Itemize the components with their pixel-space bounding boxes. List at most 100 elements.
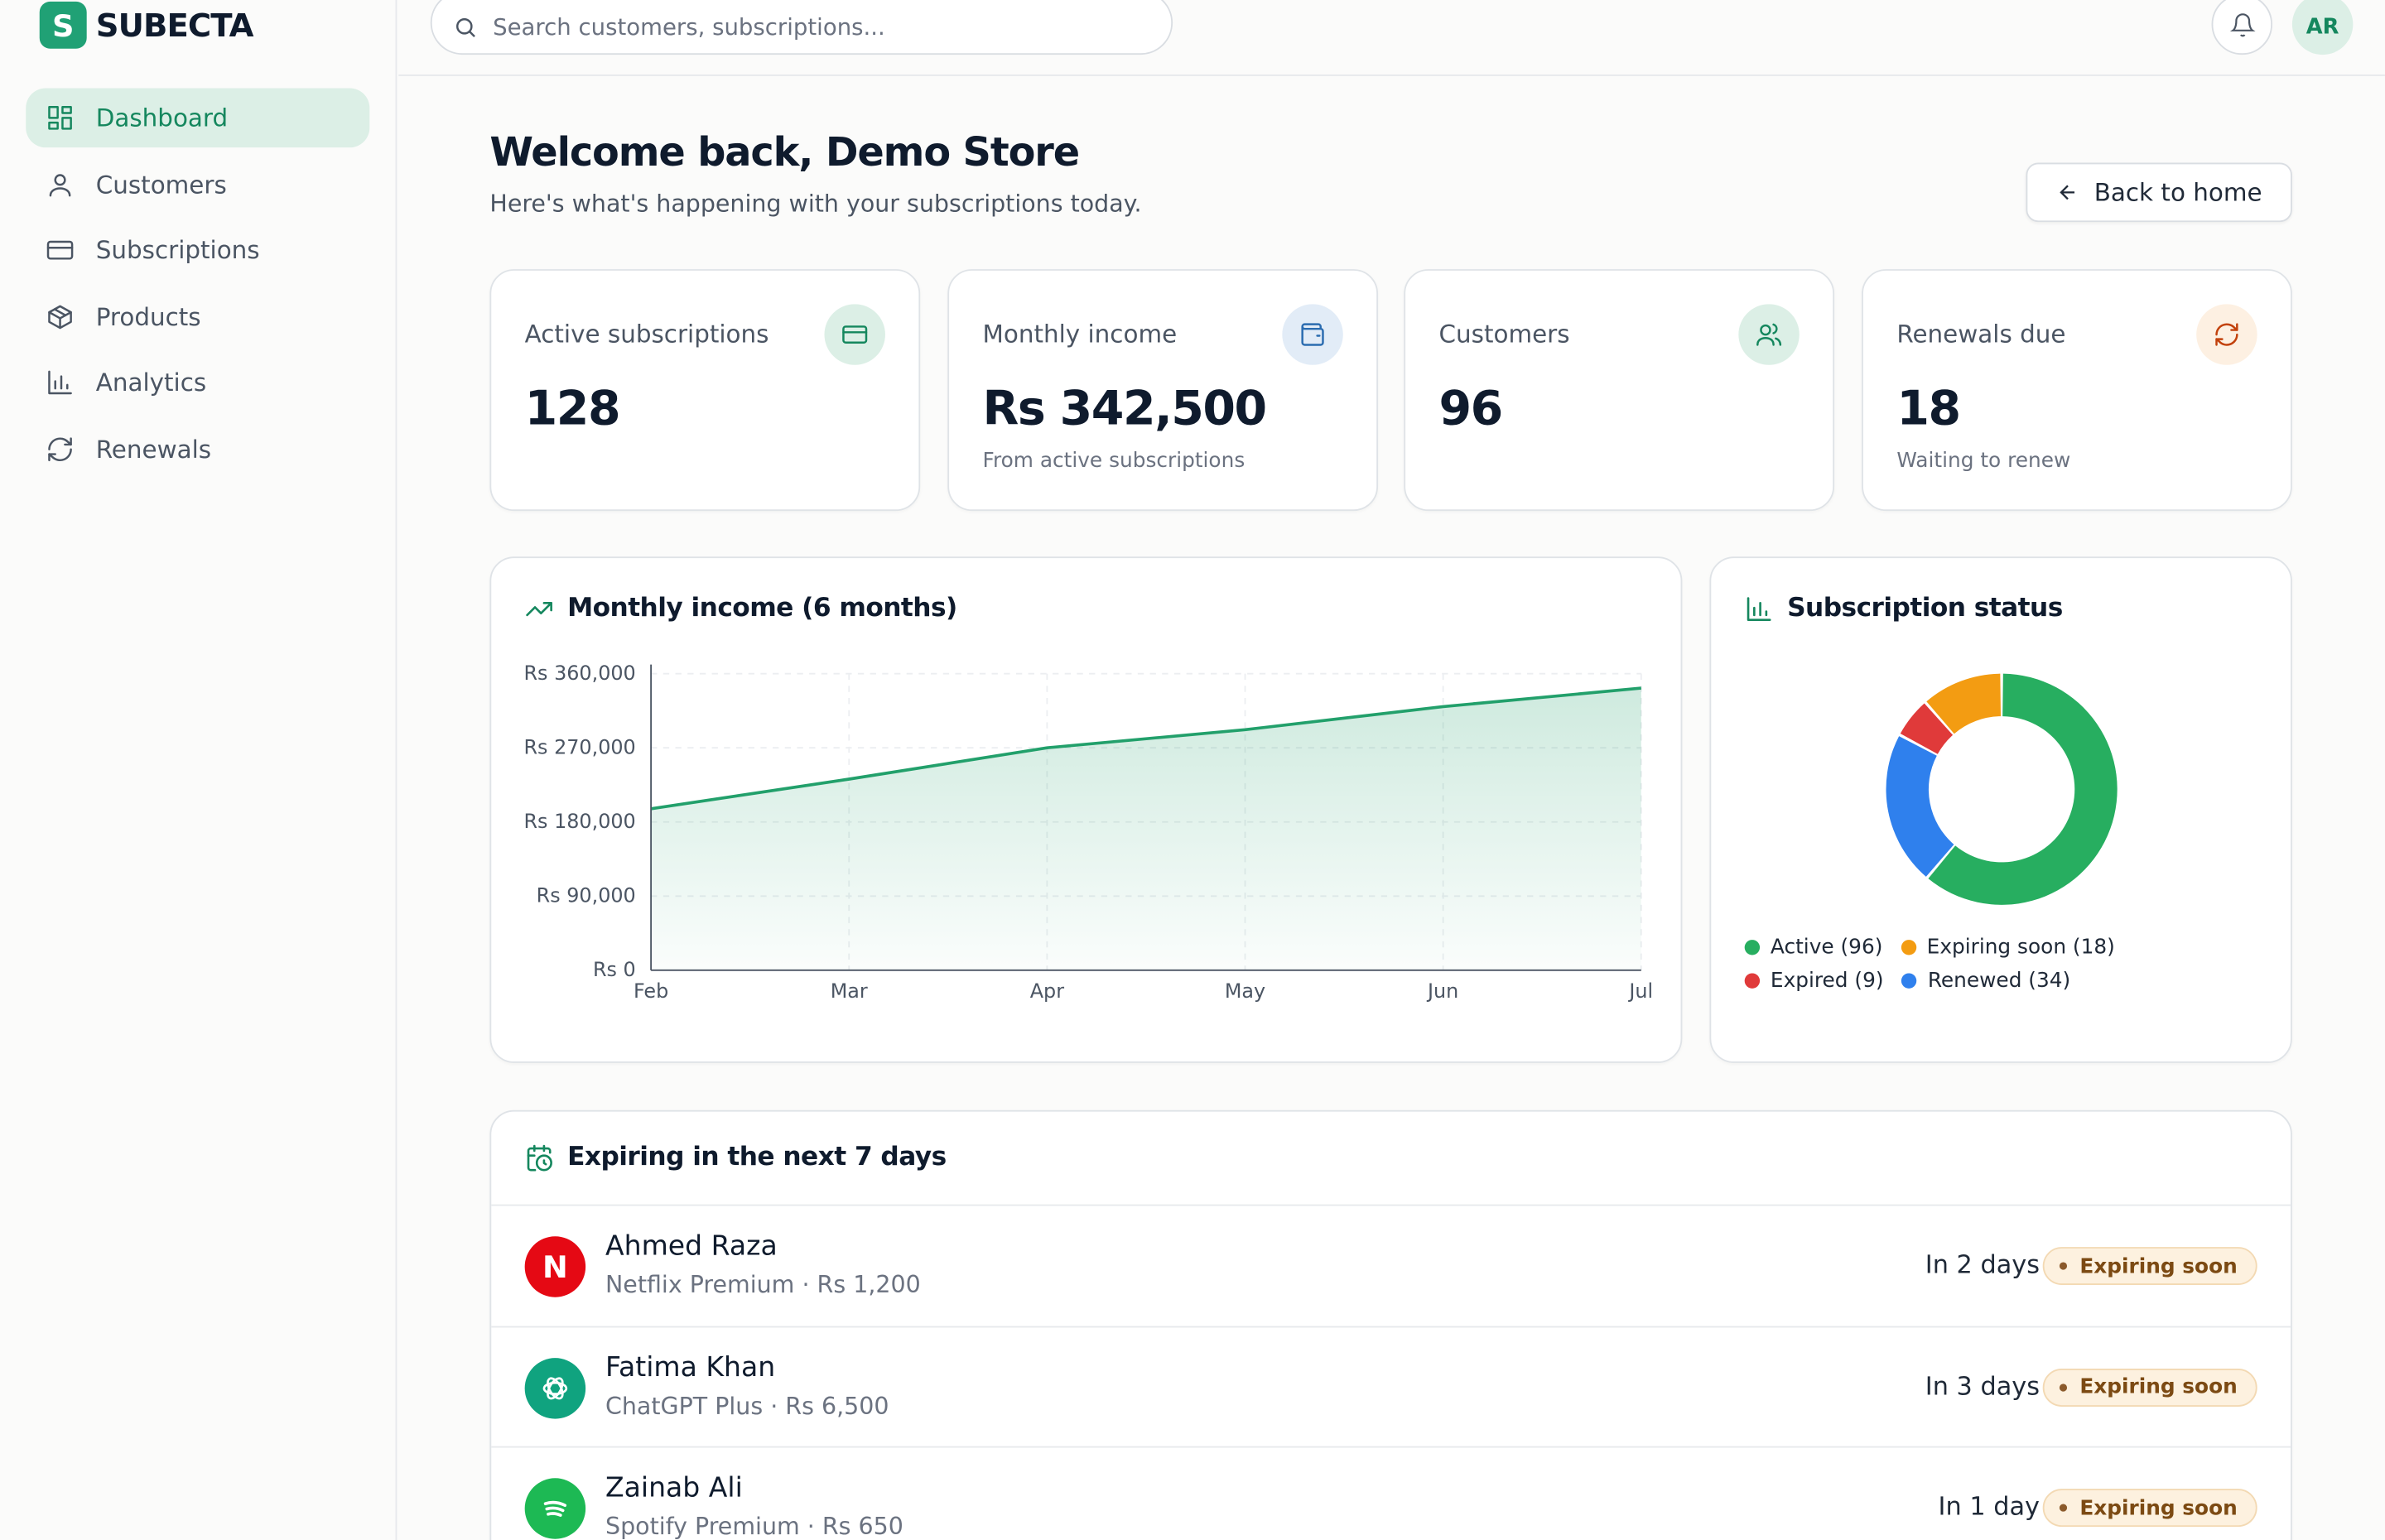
sidebar-item-label: Renewals bbox=[95, 435, 212, 464]
spotify-icon bbox=[524, 1478, 586, 1539]
y-tick-label: Rs 360,000 bbox=[523, 662, 635, 685]
sidebar-item-label: Dashboard bbox=[95, 103, 229, 132]
dashboard-icon bbox=[48, 106, 72, 130]
sidebar-item-products[interactable]: Products bbox=[26, 287, 369, 347]
status-badge: Expiring soon bbox=[2043, 1247, 2257, 1286]
list-item[interactable]: Fatima Khan ChatGPT Plus · Rs 6,500 In 3… bbox=[491, 1327, 2291, 1448]
stat-card-monthly-income: Monthly income Rs 342,500 From active su… bbox=[947, 269, 1379, 512]
badge-dot bbox=[2060, 1504, 2068, 1512]
expires-in: In 1 day bbox=[1938, 1491, 2040, 1521]
stat-value: 96 bbox=[1438, 382, 1504, 437]
notifications-button[interactable] bbox=[2211, 0, 2273, 55]
sidebar-item-renewals[interactable]: Renewals bbox=[26, 420, 369, 479]
legend-swatch bbox=[1744, 940, 1761, 955]
page-subtitle: Here's what's happening with your subscr… bbox=[489, 190, 1142, 218]
sidebar-item-subscriptions[interactable]: Subscriptions bbox=[26, 221, 369, 281]
income-area bbox=[651, 688, 1641, 970]
sidebar-item-label: Analytics bbox=[95, 368, 207, 398]
status-badge-label: Expiring soon bbox=[2079, 1374, 2238, 1399]
stat-label: Active subscriptions bbox=[524, 319, 769, 349]
sidebar-item-label: Customers bbox=[95, 169, 227, 199]
list-item[interactable]: N Ahmed Raza Netflix Premium · Rs 1,200 … bbox=[491, 1206, 2291, 1327]
wallet-icon bbox=[1301, 323, 1324, 346]
back-button-label: Back to home bbox=[2094, 177, 2262, 207]
x-tick-label: May bbox=[1225, 979, 1265, 1003]
legend-item: Expiring soon (18) bbox=[1901, 936, 2115, 960]
stat-card-renewals-due: Renewals due 18 Waiting to renew bbox=[1862, 269, 2292, 512]
status-legend: Active (96) Expiring soon (18) Expired (9)… bbox=[1744, 935, 2270, 994]
expiring-title: Expiring in the next 7 days bbox=[525, 1142, 947, 1172]
x-tick-label: Jun bbox=[1426, 979, 1458, 1003]
back-to-home-button[interactable]: Back to home bbox=[2026, 162, 2292, 223]
users-icon bbox=[1756, 323, 1782, 346]
user-icon bbox=[49, 173, 71, 196]
bell-icon bbox=[2228, 12, 2255, 36]
legend-label: Renewed (34) bbox=[1927, 968, 2071, 994]
refresh-icon bbox=[48, 437, 72, 462]
x-tick-label: Apr bbox=[1030, 979, 1064, 1003]
stat-card-active-subscriptions: Active subscriptions 128 bbox=[489, 269, 921, 512]
plan-detail: Spotify Premium · Rs 650 bbox=[605, 1513, 903, 1540]
y-tick-label: Rs 180,000 bbox=[523, 810, 635, 833]
logo-text: SUBECTA bbox=[95, 7, 254, 44]
status-badge-label: Expiring soon bbox=[2079, 1254, 2238, 1278]
topbar: Search customers, subscriptions... AR bbox=[398, 0, 2385, 76]
legend-item: Renewed (34) bbox=[1901, 968, 2071, 994]
legend-swatch bbox=[1901, 940, 1916, 955]
search-icon bbox=[456, 18, 475, 37]
stat-label: Renewals due bbox=[1896, 319, 2066, 349]
list-item[interactable]: Zainab Ali Spotify Premium · Rs 650 In 1… bbox=[491, 1448, 2291, 1540]
card-icon bbox=[46, 241, 74, 260]
search-placeholder: Search customers, subscriptions... bbox=[493, 13, 885, 41]
stat-value: 128 bbox=[524, 382, 621, 437]
stat-label: Customers bbox=[1438, 319, 1570, 349]
status-donut-chart bbox=[1886, 673, 2118, 905]
sidebar-item-dashboard[interactable]: Dashboard bbox=[26, 88, 370, 148]
box-icon bbox=[48, 305, 72, 329]
customer-name: Fatima Khan bbox=[605, 1350, 776, 1384]
sidebar-item-customers[interactable]: Customers bbox=[26, 155, 369, 214]
netflix-icon: N bbox=[524, 1236, 586, 1297]
legend-label: Expired (9) bbox=[1770, 968, 1884, 994]
stat-note: Waiting to renew bbox=[1896, 448, 2071, 474]
status-chart-card: Subscription status Active (96) Expiring … bbox=[1709, 556, 2292, 1063]
customer-name: Zainab Ali bbox=[605, 1471, 743, 1504]
badge-dot bbox=[2060, 1383, 2068, 1391]
stat-value: Rs 342,500 bbox=[982, 382, 1268, 437]
x-tick-label: Feb bbox=[634, 979, 668, 1003]
legend-swatch bbox=[1744, 973, 1761, 989]
donut-slice-renewed[interactable] bbox=[1886, 736, 1954, 877]
sidebar-item-analytics[interactable]: Analytics bbox=[26, 354, 369, 413]
sidebar-item-label: Products bbox=[95, 302, 201, 331]
stat-icon-badge bbox=[2196, 304, 2257, 365]
chatgpt-icon bbox=[524, 1357, 586, 1418]
legend-swatch bbox=[1901, 973, 1917, 989]
plan-detail: Netflix Premium · Rs 1,200 bbox=[605, 1271, 921, 1299]
stat-value: 18 bbox=[1896, 382, 1961, 437]
page-title: Welcome back, Demo Store bbox=[489, 130, 1080, 177]
stat-icon-badge bbox=[1282, 304, 1343, 365]
card-icon bbox=[842, 325, 868, 344]
legend-item: Active (96) bbox=[1744, 935, 1883, 960]
expiring-card: Expiring in the next 7 days N Ahmed Raza… bbox=[489, 1109, 2292, 1540]
income-chart: Rs 0 Rs 90,000 Rs 180,000 Rs 270,000 Rs 360,… bbox=[523, 662, 1653, 1003]
status-badge-label: Expiring soon bbox=[2079, 1495, 2238, 1520]
avatar[interactable]: AR bbox=[2291, 0, 2354, 55]
logo-mark: S bbox=[39, 1, 87, 49]
bar-chart-icon bbox=[48, 371, 72, 395]
stat-card-customers: Customers 96 bbox=[1404, 269, 1835, 512]
expires-in: In 2 days bbox=[1925, 1249, 2040, 1279]
badge-dot bbox=[2060, 1262, 2068, 1270]
legend-label: Active (96) bbox=[1770, 935, 1883, 960]
calendar-clock-icon bbox=[527, 1143, 552, 1171]
stat-icon-badge bbox=[824, 304, 885, 365]
sidebar: S SUBECTA Dashboard Customers Subscripti… bbox=[0, 0, 398, 1540]
status-badge: Expiring soon bbox=[2043, 1368, 2257, 1407]
logo[interactable]: S SUBECTA bbox=[39, 1, 254, 49]
stat-label: Monthly income bbox=[982, 319, 1178, 349]
status-badge: Expiring soon bbox=[2043, 1489, 2257, 1528]
search-input[interactable]: Search customers, subscriptions... bbox=[430, 0, 1173, 55]
legend-item: Expired (9) bbox=[1744, 968, 1884, 994]
income-chart-card: Monthly income (6 months) Rs 0 Rs 90,000 R… bbox=[489, 556, 1683, 1063]
x-tick-label: Jul bbox=[1627, 979, 1653, 1003]
